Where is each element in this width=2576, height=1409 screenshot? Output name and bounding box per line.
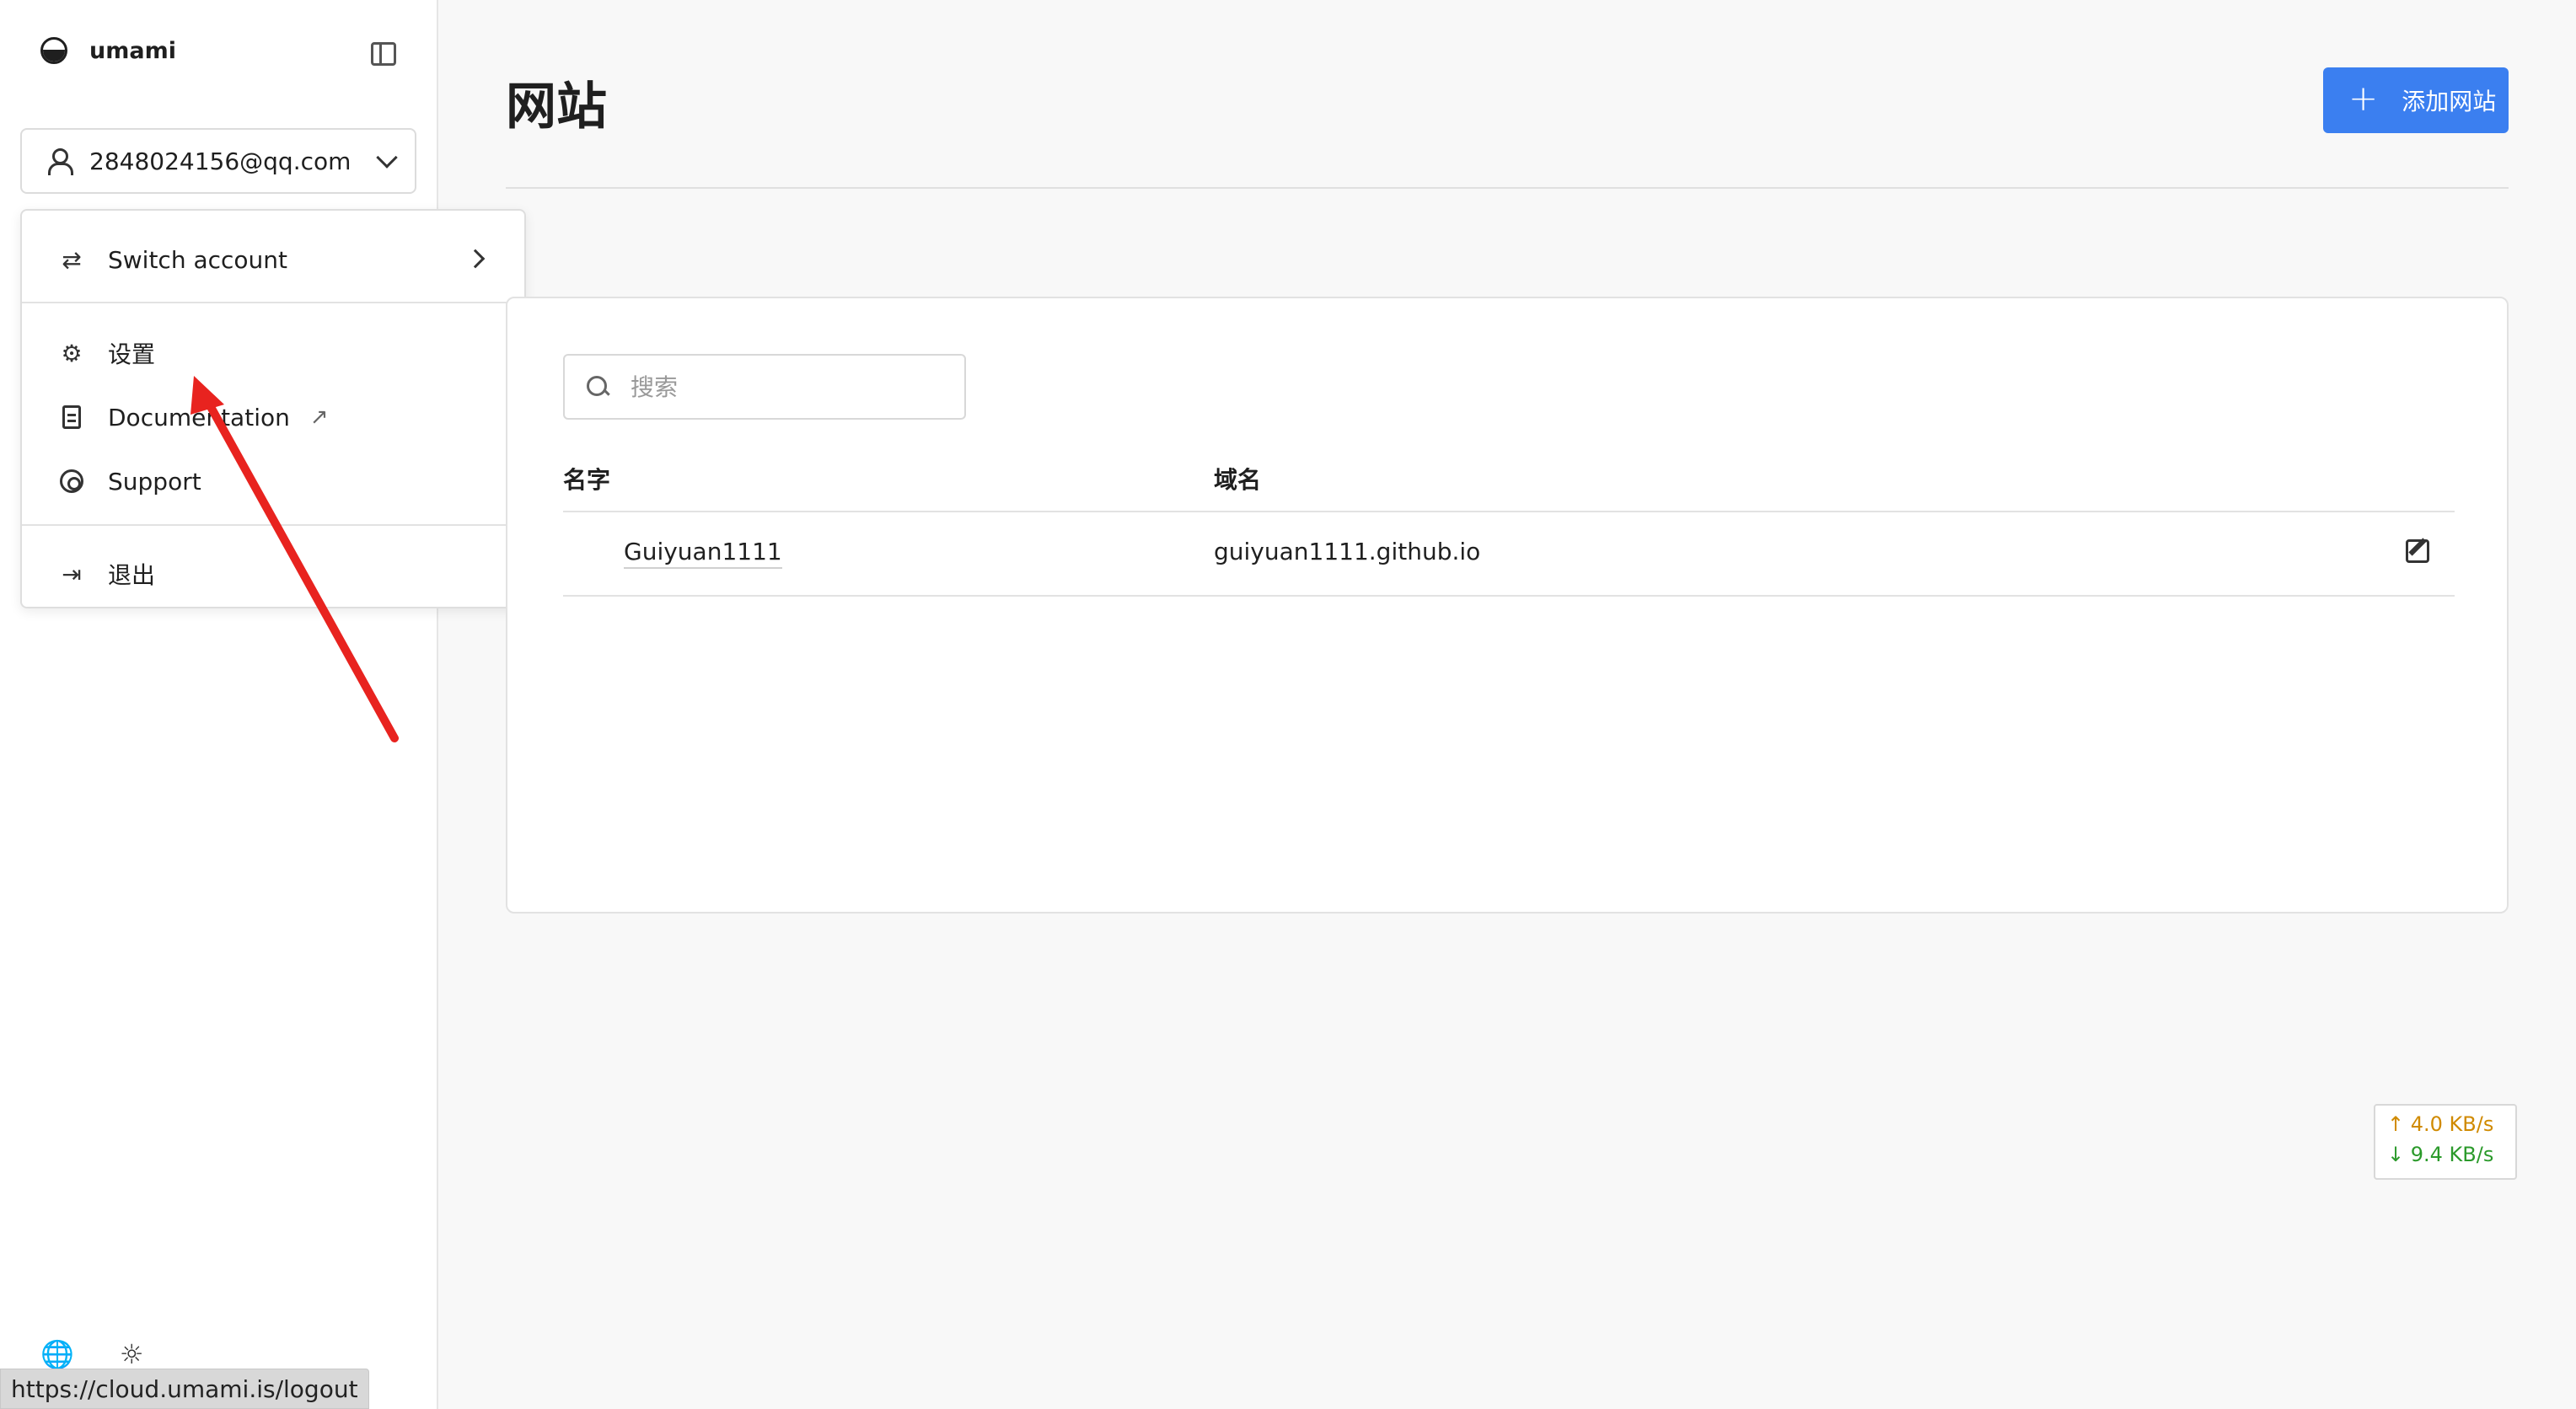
gear-icon: ⚙ (61, 339, 83, 367)
sidebar-footer: 🌐 ☼ (40, 1338, 144, 1370)
menu-divider (22, 302, 524, 303)
globe-icon[interactable]: 🌐 (40, 1338, 74, 1370)
account-dropdown-menu: ⇄ Switch account ⚙ 设置 Documentation ↗ Su… (20, 209, 526, 608)
menu-item-label: 退出 (108, 561, 156, 589)
menu-item-label: Support (108, 467, 201, 496)
add-website-button[interactable]: + 添加网站 (2323, 67, 2509, 133)
edit-icon[interactable] (2406, 539, 2429, 563)
logout-icon: ⇥ (62, 560, 82, 588)
app-window: umami 2848024156@qq.com 🌐 ☼ https://clou… (0, 0, 2576, 1409)
page-title: 网站 (506, 78, 607, 137)
brand-name: umami (89, 37, 176, 64)
menu-divider (22, 524, 524, 526)
menu-item-documentation[interactable]: Documentation ↗ (22, 391, 524, 443)
plus-icon: + (2348, 78, 2379, 119)
upload-speed: ↑ 4.0 KB/s (2387, 1112, 2494, 1136)
network-speed-widget: ↑ 4.0 KB/s ↓ 9.4 KB/s (2374, 1104, 2517, 1180)
account-email: 2848024156@qq.com (89, 147, 352, 175)
title-divider (506, 187, 2509, 189)
menu-item-label: Documentation (108, 403, 290, 431)
chevron-down-icon (376, 147, 398, 169)
lifebuoy-icon-wrap (59, 469, 84, 494)
umami-logo-icon (40, 37, 67, 64)
websites-card: 名字 域名 Guiyuan1111 guiyuan1111.github.io (506, 297, 2509, 913)
switch-icon: ⇄ (62, 245, 82, 274)
menu-item-label: Switch account (108, 245, 288, 274)
website-domain: guiyuan1111.github.io (1214, 538, 1481, 565)
external-link-icon: ↗ (309, 404, 329, 430)
menu-item-label: 设置 (108, 340, 156, 368)
search-box[interactable] (563, 354, 966, 420)
sidebar-toggle-icon[interactable] (371, 42, 396, 66)
table-row-divider (563, 595, 2455, 597)
lifebuoy-icon (60, 469, 83, 493)
user-icon (47, 148, 73, 175)
download-speed: ↓ 9.4 KB/s (2387, 1143, 2494, 1166)
column-header-domain: 域名 (1214, 466, 1262, 494)
menu-item-support[interactable]: Support (22, 455, 524, 507)
chevron-right-icon (465, 249, 486, 269)
menu-item-logout[interactable]: ⇥ 退出 (22, 548, 524, 600)
menu-item-switch-account[interactable]: ⇄ Switch account (22, 233, 524, 286)
table-header-divider (563, 511, 2455, 512)
add-website-label: 添加网站 (2402, 88, 2497, 115)
menu-item-settings[interactable]: ⚙ 设置 (22, 327, 524, 379)
document-icon (62, 405, 81, 429)
column-header-name: 名字 (563, 466, 611, 494)
search-input[interactable] (631, 372, 951, 401)
document-icon-wrap (59, 404, 84, 430)
brand[interactable]: umami (40, 37, 176, 64)
account-selector[interactable]: 2848024156@qq.com (20, 128, 416, 194)
website-name-link[interactable]: Guiyuan1111 (624, 538, 782, 569)
search-icon (587, 376, 609, 398)
status-bar-url: https://cloud.umami.is/logout (0, 1369, 369, 1409)
sun-icon[interactable]: ☼ (120, 1338, 144, 1370)
